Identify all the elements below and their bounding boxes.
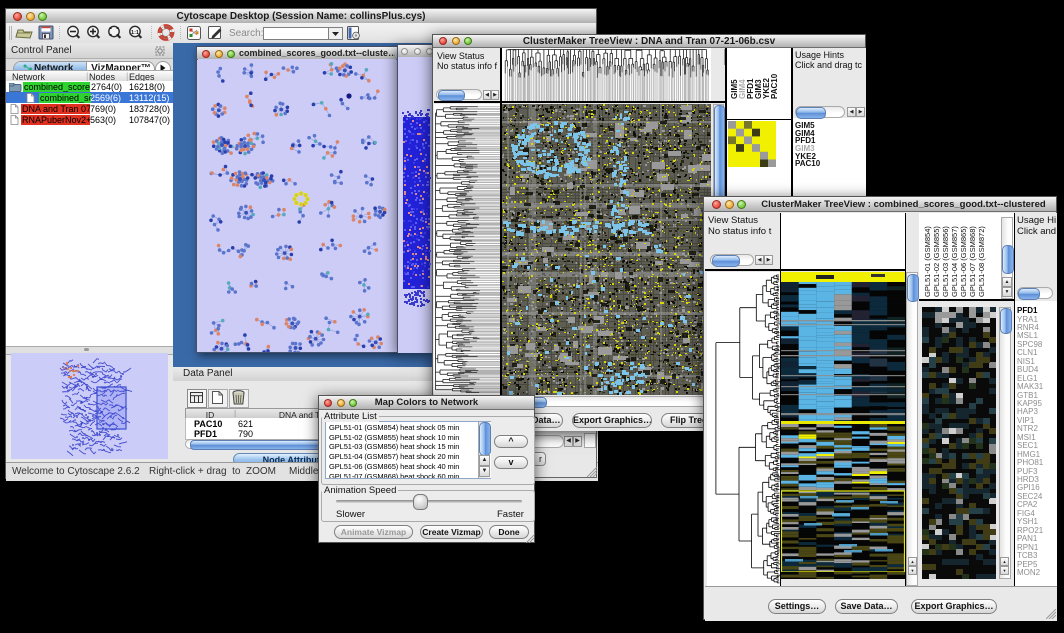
svg-text:1:1: 1:1 xyxy=(131,30,139,36)
svg-text:Search:: Search: xyxy=(229,28,263,39)
